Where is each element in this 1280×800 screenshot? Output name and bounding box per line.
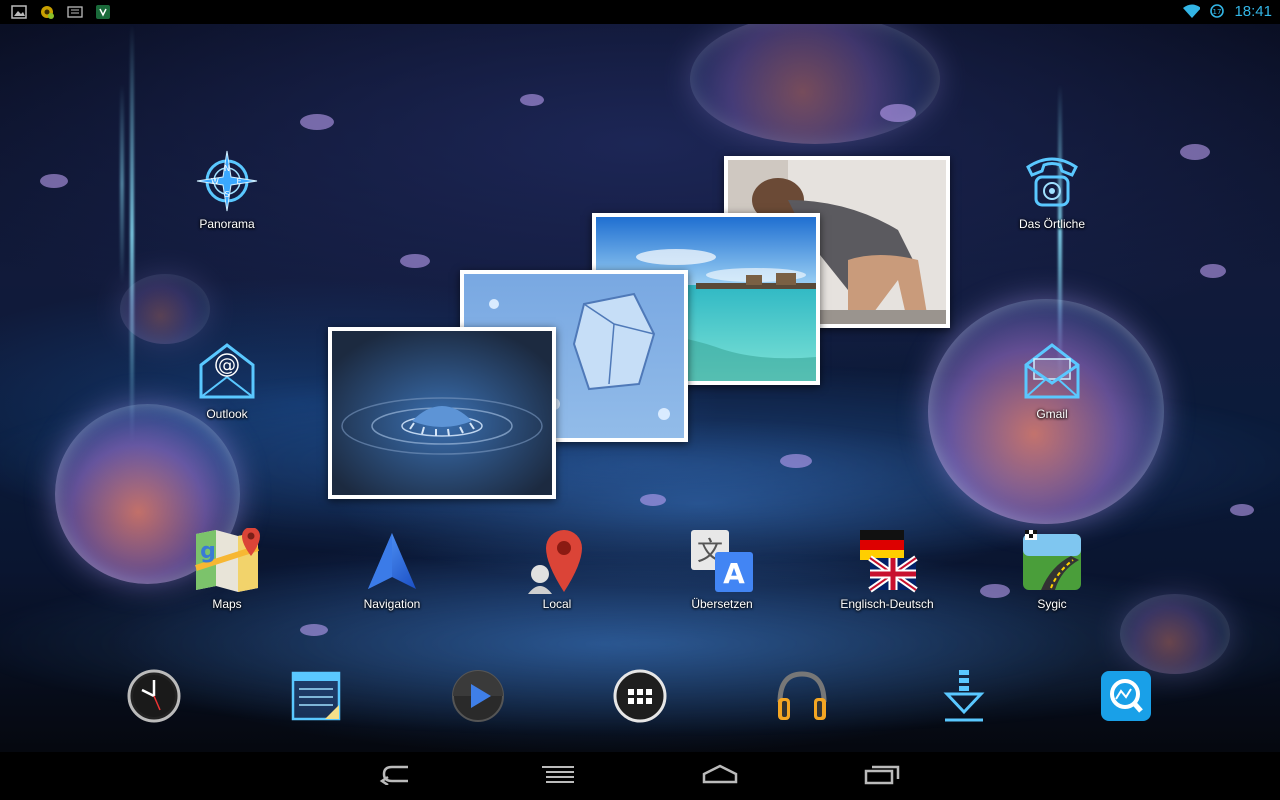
home-icon: [701, 764, 739, 788]
play-icon: [451, 669, 505, 727]
headphones-icon: [774, 668, 830, 728]
dock-downloads[interactable]: [934, 668, 994, 728]
navigation-arrow-icon: [359, 528, 425, 594]
shield-icon: [94, 3, 112, 21]
translate-icon: 文 A: [689, 528, 755, 594]
app-gmail[interactable]: Gmail: [997, 338, 1107, 421]
road-icon: [1019, 528, 1085, 594]
gallery-icon: [10, 3, 28, 21]
wifi-icon: [1182, 2, 1201, 20]
svg-text:N: N: [224, 164, 230, 173]
photo-water-drop[interactable]: [328, 327, 556, 499]
notepad-icon: [289, 669, 343, 727]
app-englisch-deutsch[interactable]: Englisch-Deutsch: [832, 528, 942, 611]
dock-music[interactable]: [772, 668, 832, 728]
app-label: Englisch-Deutsch: [840, 597, 934, 611]
app-drawer-icon: [613, 669, 667, 727]
navigation-bar: [0, 752, 1280, 800]
flags-icon: [854, 528, 920, 594]
svg-text:W: W: [211, 177, 219, 186]
app-label: Sygic: [1037, 597, 1067, 611]
app-outlook[interactable]: @ Outlook: [172, 338, 282, 421]
app-label: Panorama: [199, 217, 255, 231]
app-label: Navigation: [363, 597, 421, 611]
app-label: Gmail: [1036, 407, 1068, 421]
settings-gear-icon: [38, 3, 56, 21]
dock-notes[interactable]: [286, 668, 346, 728]
app-label: Outlook: [206, 407, 248, 421]
svg-text:A: A: [723, 557, 745, 590]
app-sygic[interactable]: Sygic: [997, 528, 1107, 611]
svg-text:g: g: [200, 539, 216, 564]
recents-icon: [864, 763, 900, 789]
email-at-icon: @: [194, 338, 260, 404]
phone-icon: [1019, 148, 1085, 214]
app-label: Das Örtliche: [1018, 217, 1086, 231]
app-maps[interactable]: g Maps: [172, 528, 282, 611]
app-label: Local: [542, 597, 572, 611]
sync-icon: 17: [1208, 2, 1226, 20]
keyboard-icon: [66, 3, 84, 21]
clock-icon: [126, 668, 182, 728]
status-time: 18:41: [1234, 2, 1272, 20]
app-das-oertliche[interactable]: Das Örtliche: [997, 148, 1107, 231]
app-panorama[interactable]: N S W E Panorama: [172, 148, 282, 231]
maps-icon: g: [194, 528, 260, 594]
svg-text:S: S: [224, 190, 229, 199]
app-label: Maps: [212, 597, 242, 611]
search-q-icon: [1099, 669, 1153, 727]
svg-text:@: @: [218, 355, 236, 376]
recents-button[interactable]: [852, 760, 912, 792]
dock-video[interactable]: [448, 668, 508, 728]
app-uebersetzen[interactable]: 文 A Übersetzen: [667, 528, 777, 611]
app-label: Übersetzen: [691, 597, 753, 611]
menu-icon: [540, 765, 576, 787]
back-icon: [378, 763, 414, 789]
svg-text:E: E: [236, 177, 241, 186]
notification-icons[interactable]: [10, 3, 112, 21]
home-button[interactable]: [690, 760, 750, 792]
back-button[interactable]: [366, 760, 426, 792]
svg-text:17: 17: [1213, 8, 1222, 16]
download-icon: [939, 668, 989, 728]
map-pin-icon: [524, 528, 590, 594]
compass-icon: N S W E: [194, 148, 260, 214]
dock-qq[interactable]: [1096, 668, 1156, 728]
dock-clock[interactable]: [124, 668, 184, 728]
envelope-icon: [1019, 338, 1085, 404]
app-local[interactable]: Local: [502, 528, 612, 611]
dock-all-apps[interactable]: [610, 668, 670, 728]
status-bar: 17 18:41: [0, 0, 1280, 24]
menu-button[interactable]: [528, 760, 588, 792]
app-navigation[interactable]: Navigation: [337, 528, 447, 611]
